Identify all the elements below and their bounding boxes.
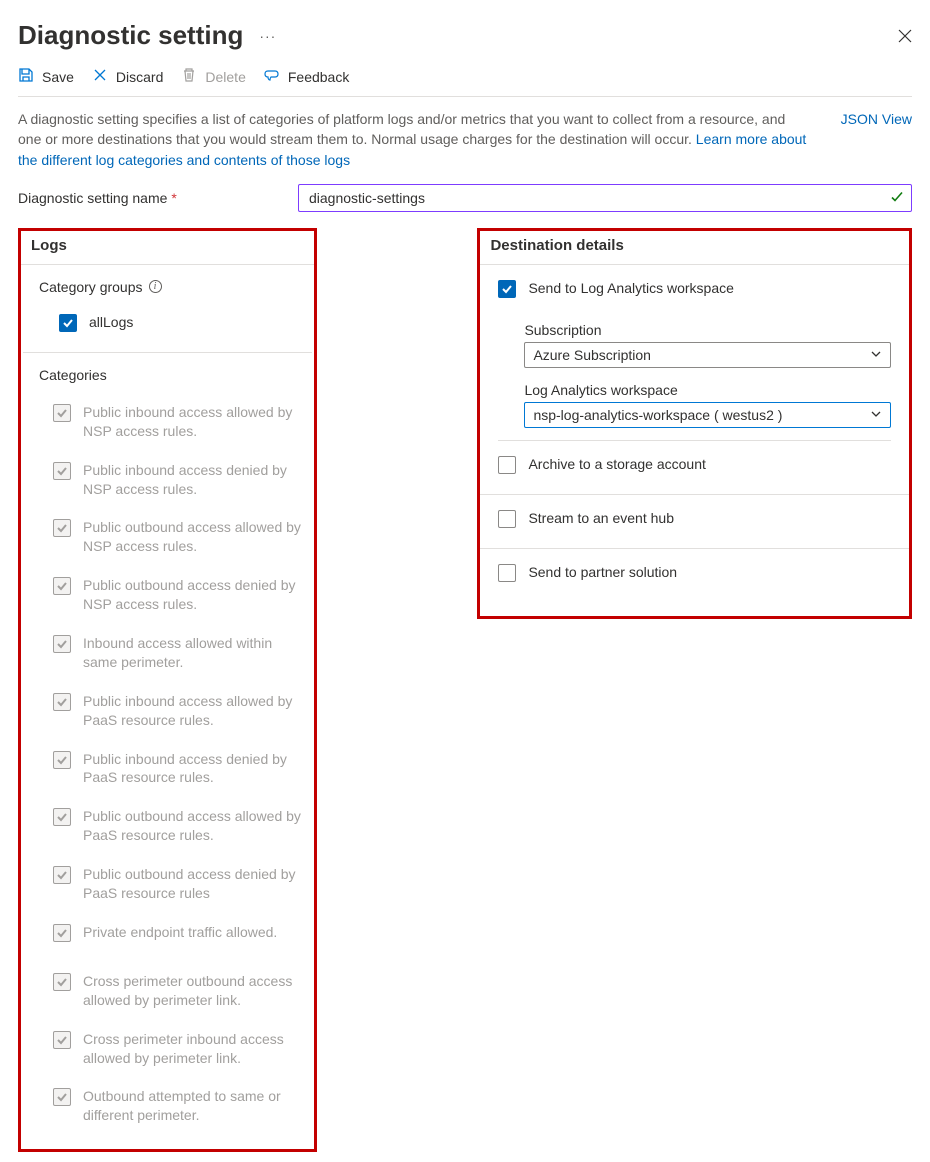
- checkbox-category-label: Public outbound access denied by NSP acc…: [83, 576, 302, 614]
- page-title: Diagnostic setting: [18, 20, 243, 51]
- workspace-label: Log Analytics workspace: [524, 382, 891, 398]
- checkbox-storage[interactable]: [498, 456, 516, 474]
- checkbox-category-label: Inbound access allowed within same perim…: [83, 634, 302, 672]
- checkbox-category-label: Cross perimeter outbound access allowed …: [83, 972, 302, 1010]
- chevron-down-icon: [870, 407, 882, 423]
- checkbox-category: [53, 751, 71, 769]
- checkbox-category-label: Public outbound access allowed by NSP ac…: [83, 518, 302, 556]
- checkbox-eventhub-label: Stream to an event hub: [528, 509, 674, 528]
- destination-panel: Destination details Send to Log Analytic…: [477, 228, 912, 619]
- delete-label: Delete: [205, 69, 245, 85]
- subscription-select[interactable]: Azure Subscription: [524, 342, 891, 368]
- checkbox-category: [53, 1031, 71, 1049]
- workspace-select[interactable]: nsp-log-analytics-workspace ( westus2 ): [524, 402, 891, 428]
- checkbox-category: [53, 973, 71, 991]
- subscription-label: Subscription: [524, 322, 891, 338]
- close-icon[interactable]: [898, 29, 912, 43]
- checkbox-category: [53, 1088, 71, 1106]
- checkbox-log-analytics-label: Send to Log Analytics workspace: [528, 279, 733, 298]
- destination-title: Destination details: [480, 231, 909, 265]
- checkbox-category: [53, 635, 71, 653]
- checkbox-category-label: Outbound attempted to same or different …: [83, 1087, 302, 1125]
- checkbox-category-label: Public inbound access denied by NSP acce…: [83, 461, 302, 499]
- checkbox-category: [53, 462, 71, 480]
- chevron-down-icon: [870, 347, 882, 363]
- logs-panel: Logs Category groups i allLogs Categorie…: [18, 228, 317, 1152]
- checkbox-category-label: Private endpoint traffic allowed.: [83, 923, 277, 942]
- checkbox-category: [53, 866, 71, 884]
- checkbox-category-label: Cross perimeter inbound access allowed b…: [83, 1030, 302, 1068]
- feedback-button[interactable]: Feedback: [264, 67, 349, 86]
- discard-button[interactable]: Discard: [92, 67, 163, 86]
- command-bar: Save Discard Delete Feedback: [18, 51, 912, 97]
- save-button[interactable]: Save: [18, 67, 74, 86]
- discard-label: Discard: [116, 69, 163, 85]
- save-label: Save: [42, 69, 74, 85]
- checkbox-category-label: Public inbound access denied by PaaS res…: [83, 750, 302, 788]
- checkbox-category: [53, 577, 71, 595]
- setting-name-label: Diagnostic setting name*: [18, 190, 278, 206]
- checkbox-category-label: Public outbound access denied by PaaS re…: [83, 865, 302, 903]
- checkbox-category: [53, 924, 71, 942]
- description-text: A diagnostic setting specifies a list of…: [18, 109, 811, 170]
- feedback-label: Feedback: [288, 69, 349, 85]
- checkbox-category-label: Public inbound access allowed by NSP acc…: [83, 403, 302, 441]
- save-icon: [18, 67, 34, 86]
- info-icon[interactable]: i: [149, 280, 162, 293]
- discard-icon: [92, 67, 108, 86]
- delete-button: Delete: [181, 67, 245, 86]
- checkbox-category-label: Public inbound access allowed by PaaS re…: [83, 692, 302, 730]
- checkbox-category: [53, 404, 71, 422]
- more-icon[interactable]: ···: [253, 28, 282, 44]
- category-groups-heading: Category groups i: [39, 279, 314, 295]
- checkbox-category: [53, 693, 71, 711]
- valid-check-icon: [890, 189, 904, 206]
- checkbox-group[interactable]: [59, 314, 77, 332]
- delete-icon: [181, 67, 197, 86]
- checkbox-category: [53, 808, 71, 826]
- feedback-icon: [264, 67, 280, 86]
- checkbox-group-label: allLogs: [89, 313, 133, 332]
- checkbox-partner-label: Send to partner solution: [528, 563, 677, 582]
- checkbox-category-label: Public outbound access allowed by PaaS r…: [83, 807, 302, 845]
- setting-name-input[interactable]: [298, 184, 912, 212]
- checkbox-partner[interactable]: [498, 564, 516, 582]
- checkbox-log-analytics[interactable]: [498, 280, 516, 298]
- json-view-link[interactable]: JSON View: [841, 111, 912, 127]
- categories-heading: Categories: [39, 367, 314, 383]
- checkbox-storage-label: Archive to a storage account: [528, 455, 705, 474]
- checkbox-category: [53, 519, 71, 537]
- checkbox-eventhub[interactable]: [498, 510, 516, 528]
- logs-title: Logs: [21, 231, 314, 265]
